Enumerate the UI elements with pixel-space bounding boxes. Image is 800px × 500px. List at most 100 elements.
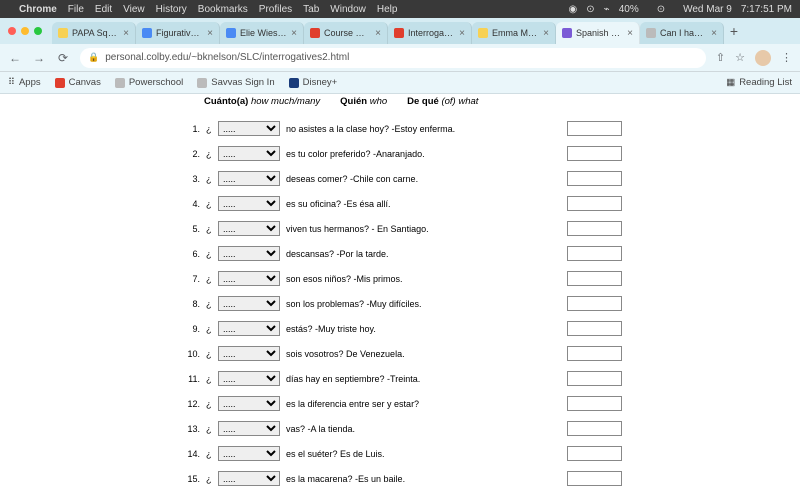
- tab-close-icon[interactable]: ×: [207, 28, 213, 39]
- chrome-tabstrip: PAPA Square Fin… × Figurative Langu… × E…: [0, 18, 800, 44]
- answer-input[interactable]: [567, 371, 622, 386]
- menu-bookmarks[interactable]: Bookmarks: [198, 4, 248, 15]
- question-sentence: es tu color preferido? -Anaranjado.: [286, 149, 496, 159]
- interrogative-select[interactable]: .....: [218, 146, 280, 161]
- tab-close-icon[interactable]: ×: [375, 28, 381, 39]
- bookmark-star-icon[interactable]: ☆: [735, 51, 745, 64]
- answer-input[interactable]: [567, 246, 622, 261]
- menu-chrome[interactable]: Chrome: [19, 4, 57, 15]
- question-number: 5.: [178, 224, 200, 234]
- legend-deque: De qué: [407, 96, 439, 107]
- question-number: 13.: [178, 424, 200, 434]
- interrogative-select[interactable]: .....: [218, 296, 280, 311]
- browser-tab[interactable]: Spanish Languag… ×: [556, 22, 640, 44]
- reload-button[interactable]: ⟳: [56, 51, 70, 65]
- interrogative-select[interactable]: .....: [218, 271, 280, 286]
- browser-tab[interactable]: Figurative Langu… ×: [136, 22, 220, 44]
- menu-history[interactable]: History: [156, 4, 187, 15]
- answer-input[interactable]: [567, 346, 622, 361]
- bookmark-item[interactable]: Disney+: [289, 77, 338, 88]
- tab-close-icon[interactable]: ×: [291, 28, 297, 39]
- forward-button[interactable]: →: [32, 51, 46, 65]
- answer-input[interactable]: [567, 296, 622, 311]
- answer-input[interactable]: [567, 196, 622, 211]
- answer-input[interactable]: [567, 421, 622, 436]
- answer-input[interactable]: [567, 321, 622, 336]
- wifi-icon[interactable]: ⊙: [657, 4, 665, 15]
- answer-input[interactable]: [567, 271, 622, 286]
- interrogative-select[interactable]: .....: [218, 446, 280, 461]
- inverted-question-mark: ¿: [206, 349, 212, 359]
- answer-input[interactable]: [567, 396, 622, 411]
- interrogative-select[interactable]: .....: [218, 471, 280, 486]
- question-row: 3. ¿ ..... deseas comer? -Chile con carn…: [178, 171, 622, 186]
- battery-status[interactable]: 40%: [619, 4, 639, 15]
- interrogative-select[interactable]: .....: [218, 121, 280, 136]
- tab-close-icon[interactable]: ×: [123, 28, 129, 39]
- browser-tab[interactable]: Interrogative Pra… ×: [388, 22, 472, 44]
- answer-input[interactable]: [567, 471, 622, 486]
- question-sentence: viven tus hermanos? - En Santiago.: [286, 224, 496, 234]
- bookmark-label: Canvas: [69, 77, 101, 88]
- interrogative-select[interactable]: .....: [218, 221, 280, 236]
- answer-input[interactable]: [567, 146, 622, 161]
- tab-close-icon[interactable]: ×: [711, 28, 717, 39]
- answer-input[interactable]: [567, 171, 622, 186]
- interrogative-select[interactable]: .....: [218, 196, 280, 211]
- menu-view[interactable]: View: [123, 4, 145, 15]
- tab-close-icon[interactable]: ×: [459, 28, 465, 39]
- tab-favicon: [142, 28, 152, 38]
- browser-tab[interactable]: Can I have help s… ×: [640, 22, 724, 44]
- menubar-date[interactable]: Wed Mar 9: [683, 4, 732, 15]
- menu-help[interactable]: Help: [377, 4, 398, 15]
- answer-input[interactable]: [567, 121, 622, 136]
- tab-title: Figurative Langu…: [156, 28, 203, 38]
- close-window-icon[interactable]: [8, 27, 16, 35]
- spotlight-icon[interactable]: ⊙: [586, 4, 594, 15]
- bookmark-item[interactable]: Powerschool: [115, 77, 183, 88]
- interrogative-select[interactable]: .....: [218, 321, 280, 336]
- browser-tab[interactable]: Course Modules: ×: [304, 22, 388, 44]
- question-row: 6. ¿ ..... descansas? -Por la tarde.: [178, 246, 622, 261]
- answer-input[interactable]: [567, 221, 622, 236]
- interrogative-select[interactable]: .....: [218, 171, 280, 186]
- chrome-menu-icon[interactable]: ⋮: [781, 51, 792, 64]
- browser-tab[interactable]: Elie Wiesel Nobe… ×: [220, 22, 304, 44]
- minimize-window-icon[interactable]: [21, 27, 29, 35]
- menu-tab[interactable]: Tab: [303, 4, 319, 15]
- question-row: 7. ¿ ..... son esos niños? -Mis primos.: [178, 271, 622, 286]
- toggle-icon[interactable]: ⌁: [604, 4, 610, 15]
- menubar-time[interactable]: 7:17:51 PM: [741, 4, 792, 15]
- menu-window[interactable]: Window: [330, 4, 366, 15]
- back-button[interactable]: ←: [8, 51, 22, 65]
- question-number: 11.: [178, 374, 200, 384]
- tab-favicon: [394, 28, 404, 38]
- question-row: 1. ¿ ..... no asistes a la clase hoy? -E…: [178, 121, 622, 136]
- new-tab-button[interactable]: +: [724, 23, 744, 39]
- tab-close-icon[interactable]: ×: [627, 28, 633, 39]
- interrogative-select[interactable]: .....: [218, 346, 280, 361]
- inverted-question-mark: ¿: [206, 274, 212, 284]
- interrogative-select[interactable]: .....: [218, 246, 280, 261]
- zoom-window-icon[interactable]: [34, 27, 42, 35]
- browser-tab[interactable]: Emma Marty - Pr… ×: [472, 22, 556, 44]
- interrogative-select[interactable]: .....: [218, 371, 280, 386]
- address-bar[interactable]: 🔒 personal.colby.edu/~bknelson/SLC/inter…: [80, 48, 706, 68]
- answer-input[interactable]: [567, 446, 622, 461]
- apps-shortcut[interactable]: ⠿ Apps: [8, 77, 41, 88]
- menu-profiles[interactable]: Profiles: [259, 4, 292, 15]
- share-icon[interactable]: ⇧: [716, 51, 725, 64]
- browser-tab[interactable]: PAPA Square Fin… ×: [52, 22, 136, 44]
- tab-title: Elie Wiesel Nobe…: [240, 28, 287, 38]
- menu-edit[interactable]: Edit: [95, 4, 112, 15]
- bookmark-item[interactable]: Savvas Sign In: [197, 77, 274, 88]
- bookmark-item[interactable]: Canvas: [55, 77, 101, 88]
- interrogative-select[interactable]: .....: [218, 396, 280, 411]
- siri-icon[interactable]: ◉: [569, 4, 578, 15]
- tab-close-icon[interactable]: ×: [543, 28, 549, 39]
- reading-list-button[interactable]: ▦ Reading List: [726, 77, 792, 88]
- tab-title: Interrogative Pra…: [408, 28, 455, 38]
- menu-file[interactable]: File: [68, 4, 84, 15]
- profile-avatar[interactable]: [755, 50, 771, 66]
- interrogative-select[interactable]: .....: [218, 421, 280, 436]
